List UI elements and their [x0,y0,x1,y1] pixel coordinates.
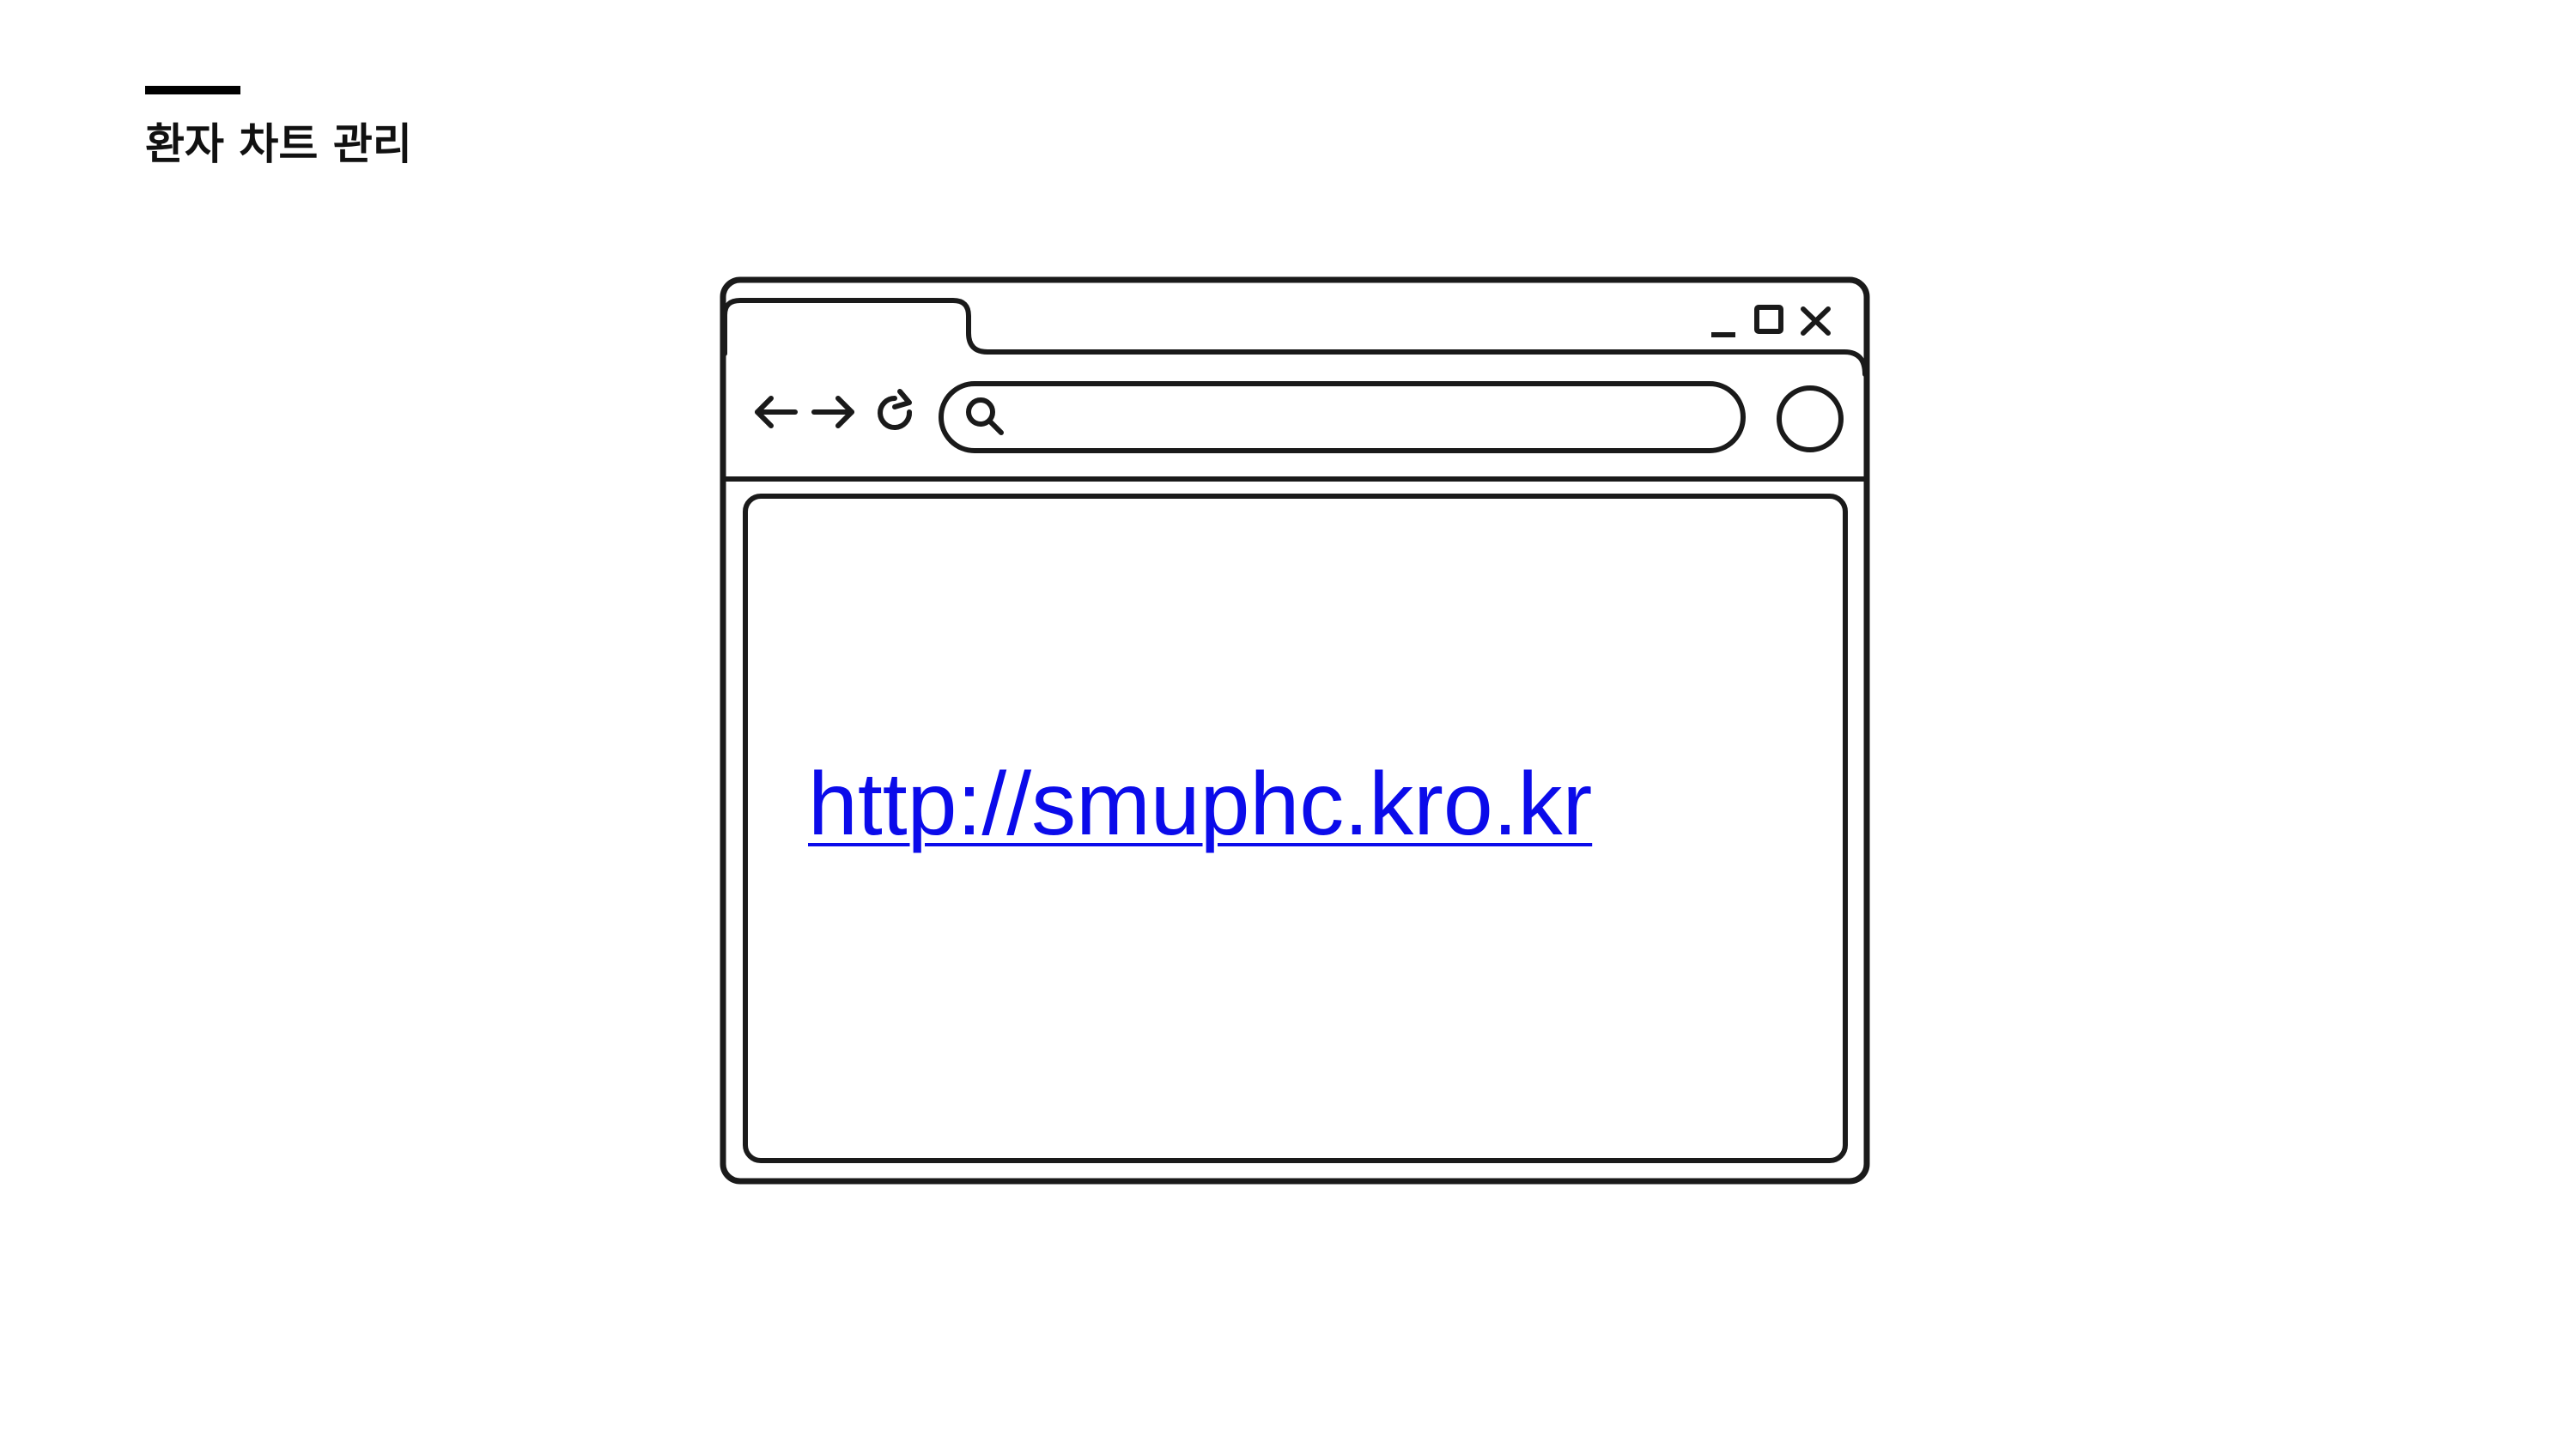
arrow-right-icon[interactable] [811,396,854,428]
reload-icon[interactable] [878,389,913,430]
content-url-link[interactable]: http://smuphc.kro.kr [808,753,1592,856]
maximize-icon[interactable] [1754,305,1783,334]
tab-strip-outline [722,298,1868,377]
slide: 환자 차트 관리 http://smuphc.kro.kr [0,0,2576,1449]
close-icon[interactable] [1801,306,1831,336]
title-accent-bar [145,86,240,94]
arrow-left-icon[interactable] [755,396,798,428]
address-bar[interactable] [939,381,1746,453]
browser-frame [720,276,1870,1185]
slide-title: 환자 차트 관리 [145,119,412,169]
browser-window-illustration: http://smuphc.kro.kr [720,276,1870,1185]
circle-icon[interactable] [1777,385,1844,452]
